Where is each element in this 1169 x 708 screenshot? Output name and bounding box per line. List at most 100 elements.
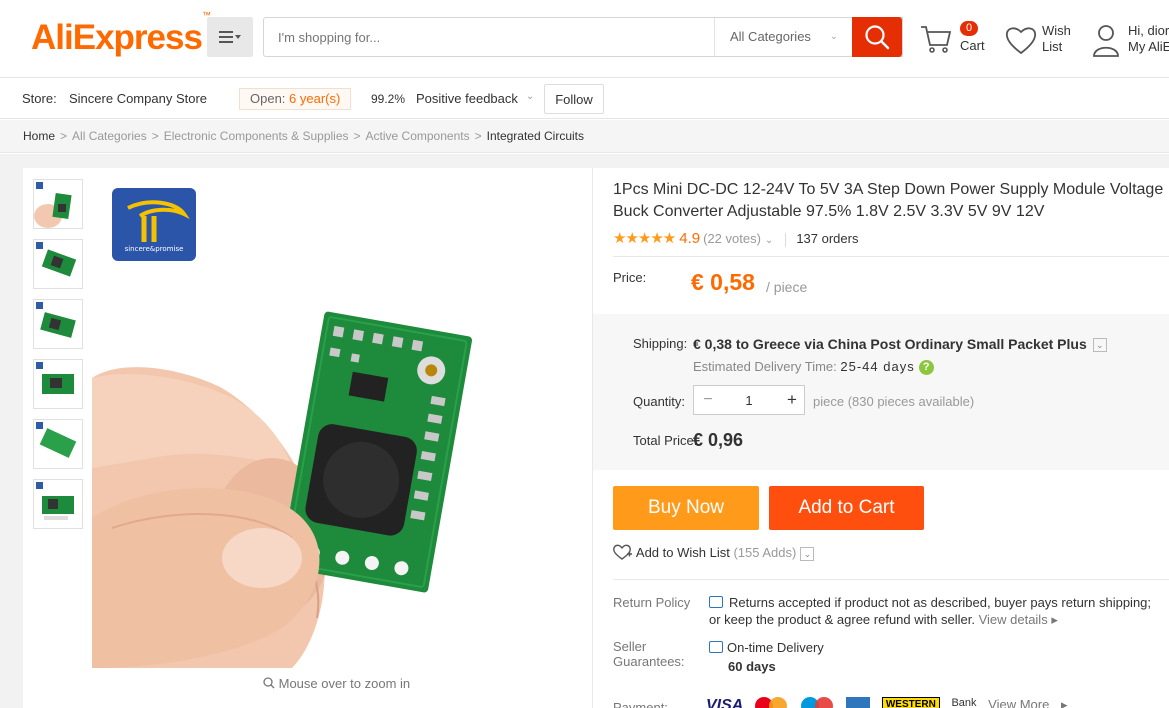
breadcrumb-integrated-circuits[interactable]: Integrated Circuits: [487, 129, 584, 143]
bank-transfer-icon: Bank: [951, 697, 977, 708]
user-icon: [1093, 25, 1119, 57]
wish-label-line2: List: [1042, 39, 1063, 54]
search-icon: [263, 677, 275, 689]
open-prefix: Open:: [250, 91, 286, 106]
thumbnail-1[interactable]: [33, 179, 83, 229]
shipping-label: Shipping:: [633, 336, 688, 351]
buy-now-button[interactable]: Buy Now: [613, 486, 759, 530]
wish-list-label: Wish List: [1042, 23, 1071, 55]
hamburger-icon: [219, 31, 241, 43]
breadcrumb-all-categories[interactable]: All Categories: [72, 129, 147, 143]
breadcrumb-active-components[interactable]: Active Components: [366, 129, 470, 143]
help-icon[interactable]: ?: [918, 360, 934, 376]
price-value: € 0,58: [691, 269, 755, 295]
feedback-label[interactable]: Positive feedback: [416, 91, 518, 106]
breadcrumb-separator: >: [60, 129, 68, 143]
thumbnail-image: [34, 182, 72, 228]
rating-stars-icon: ★★★★★: [613, 230, 676, 247]
open-years: 6 year(s): [289, 91, 341, 106]
thumbnail-3[interactable]: [33, 299, 83, 349]
mastercard-icon: [754, 697, 789, 708]
category-select-label: All Categories: [730, 29, 811, 44]
rating-score: 4.9: [679, 230, 701, 247]
shipping-value[interactable]: € 0,38 to Greece via China Post Ordinary…: [693, 336, 1107, 353]
chevron-down-icon[interactable]: ⌄: [800, 546, 815, 561]
follow-button[interactable]: Follow: [544, 84, 604, 114]
wish-adds-count: (155 Adds): [733, 545, 797, 560]
quantity-available: piece (830 pieces available): [813, 394, 975, 409]
thumbnail-2[interactable]: [33, 239, 83, 289]
category-menu-button[interactable]: [207, 17, 253, 57]
zoom-hint-text: Mouse over to zoom in: [278, 676, 411, 691]
thumbnail-image: [36, 242, 77, 277]
account-menu[interactable]: Hi, dior My AliE: [1090, 22, 1169, 62]
orders-count: 137 orders: [796, 231, 859, 246]
search-button[interactable]: [852, 17, 902, 57]
search-bar: All Categories ⌄: [263, 17, 903, 57]
payment-methods: VISA WESTERN Bank View More ▸: [706, 697, 1076, 708]
breadcrumb-separator: >: [151, 129, 159, 143]
quantity-decrease-button[interactable]: −: [694, 386, 722, 414]
breadcrumb-bar: Home > All Categories > Electronic Component…: [0, 120, 1169, 153]
thumbnail-4[interactable]: [33, 359, 83, 409]
view-more-payments-link[interactable]: View More ▸: [988, 697, 1067, 708]
payment-label: Payment:: [613, 700, 668, 708]
return-policy-description: Returns accepted if product not as descr…: [709, 595, 1152, 627]
chevron-down-icon[interactable]: ⌄: [765, 235, 773, 246]
votes-link[interactable]: (22 votes): [703, 231, 761, 246]
shipping-price: € 0,38: [693, 336, 732, 352]
store-bar: Store: Sincere Company Store Open: 6 yea…: [0, 79, 1169, 119]
on-time-delivery: On-time Delivery 60 days: [709, 638, 824, 676]
breadcrumb-separator: >: [474, 129, 482, 143]
brand-text: sincere&promise: [125, 245, 184, 253]
thumbnail-image: [36, 302, 76, 338]
my-aliexpress-link[interactable]: My AliE: [1128, 39, 1169, 54]
cart-icon: [921, 26, 952, 53]
chevron-down-icon[interactable]: ⌄: [526, 91, 534, 102]
divider: [613, 579, 1169, 580]
view-details-link[interactable]: View details ▸: [979, 612, 1058, 627]
thumbnail-image: [36, 482, 74, 520]
shipping-destination: to Greece via China Post Ordinary Small …: [731, 336, 1087, 352]
price-unit: / piece: [766, 279, 808, 295]
quantity-increase-button[interactable]: +: [778, 386, 806, 414]
main-product-image[interactable]: sincere&promise: [92, 178, 592, 668]
search-icon: [865, 25, 890, 50]
category-select[interactable]: All Categories ⌄: [714, 18, 852, 56]
thumbnail-5[interactable]: [33, 419, 83, 469]
chevron-down-icon[interactable]: ⌄: [1092, 338, 1107, 353]
quantity-input[interactable]: [722, 386, 776, 414]
add-to-wish-list[interactable]: Add to Wish List (155 Adds) ⌄: [613, 544, 815, 561]
aliexpress-logo[interactable]: AliExpress™: [31, 10, 211, 58]
breadcrumb-home[interactable]: Home: [23, 129, 55, 143]
store-open-badge: Open: 6 year(s): [239, 88, 352, 110]
store-name-link[interactable]: Sincere Company Store: [69, 91, 207, 106]
thumbnail-image: [36, 422, 77, 458]
view-details-label: View details: [978, 612, 1048, 627]
zoom-hint: Mouse over to zoom in: [263, 676, 410, 691]
product-title: 1Pcs Mini DC-DC 12-24V To 5V 3A Step Dow…: [613, 181, 1164, 220]
on-time-days: 60 days: [728, 659, 776, 674]
wish-list-link[interactable]: Wish List: [1005, 22, 1085, 62]
sg-label-line2: Guarantees:: [613, 654, 685, 669]
logo-text[interactable]: AliExpress: [31, 18, 203, 57]
seller-guarantees-label: Seller Guarantees:: [613, 639, 685, 669]
heart-plus-icon: [613, 544, 632, 560]
divider: [785, 232, 787, 247]
thumbnail-6[interactable]: [33, 479, 83, 529]
search-input[interactable]: [264, 18, 714, 56]
add-to-cart-button[interactable]: Add to Cart: [769, 486, 924, 530]
thumbnail-image: [36, 362, 74, 394]
store-label: Store:: [22, 91, 57, 106]
heart-icon: [1005, 27, 1037, 55]
quantity-stepper: − +: [693, 385, 805, 415]
cart-link[interactable]: 0 Cart: [920, 20, 990, 60]
product-panel: sincere&promise Mouse over to zoom in 1P…: [23, 168, 1169, 708]
breadcrumb-separator: >: [353, 129, 361, 143]
quantity-label: Quantity:: [633, 394, 686, 409]
wish-add-label: Add to Wish List: [635, 545, 730, 560]
feedback-percentage: 99.2%: [371, 92, 406, 106]
western-union-icon: WESTERN: [881, 697, 940, 708]
breadcrumb-electronic-components[interactable]: Electronic Components & Supplies: [164, 129, 349, 143]
account-label: Hi, dior My AliE: [1128, 23, 1169, 55]
